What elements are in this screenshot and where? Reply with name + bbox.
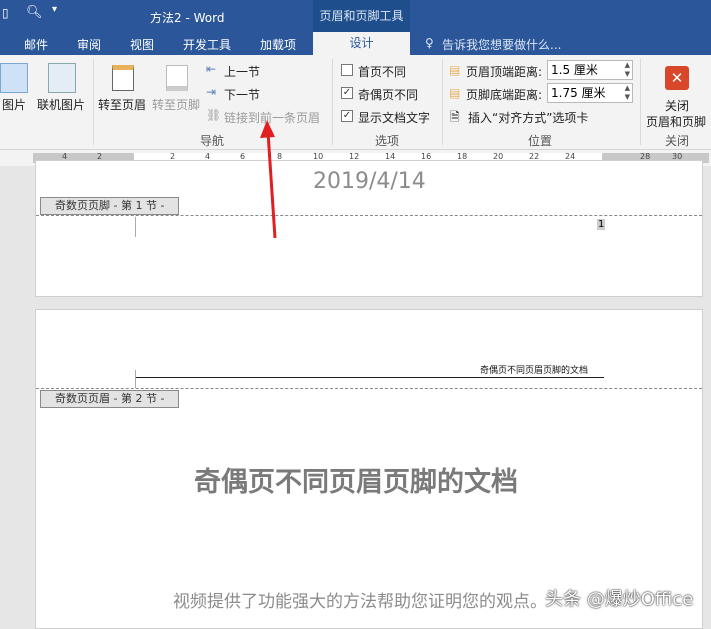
tab-review[interactable]: 审阅 <box>77 36 101 53</box>
header-from-top-label: 页眉顶端距离: <box>466 65 543 79</box>
header-position-icon: ▤ <box>449 63 461 77</box>
different-first-label: 首页不同 <box>358 65 407 79</box>
close-group-label: 关闭 <box>665 134 690 148</box>
page-number: 1 <box>597 219 606 230</box>
body-text[interactable]: 视频提供了功能强大的方法帮助您证明您的观点。 <box>173 587 547 612</box>
lightbulb-icon: ♀ <box>425 36 434 50</box>
goto-header-button[interactable]: 转至页眉 <box>98 96 146 113</box>
header-boundary <box>36 388 702 389</box>
date-text: 2019/4/14 <box>313 169 426 194</box>
footer-section-label: 奇数页页脚 - 第 1 节 - <box>40 197 180 215</box>
document-title[interactable]: 奇偶页不同页眉页脚的文档 <box>194 460 518 499</box>
page-2: 奇偶页不同页眉页脚的文档 奇数页页眉 - 第 2 节 - 奇偶页不同页眉页脚的文… <box>35 309 703 629</box>
link-icon: ⛓ <box>206 108 222 122</box>
tab-view[interactable]: 视图 <box>130 36 154 53</box>
next-section-button[interactable]: 下一节 <box>224 86 260 103</box>
ribbon-tabs: 邮件 审阅 视图 开发工具 加载项 设计 ♀ 告诉我您想要做什么... <box>0 32 711 55</box>
header-section-label: 奇数页页眉 - 第 2 节 - <box>40 390 180 408</box>
tab-design[interactable]: 设计 <box>313 32 410 55</box>
different-first-checkbox[interactable] <box>341 64 353 76</box>
header-text[interactable]: 奇偶页不同页眉页脚的文档 <box>480 363 588 376</box>
tab-mailings[interactable]: 邮件 <box>24 36 48 53</box>
online-picture-icon <box>48 63 76 93</box>
goto-footer-icon <box>166 65 188 91</box>
footer-from-bottom-value: 1.75 厘米 <box>551 86 606 100</box>
footer-position-icon: ▤ <box>449 86 461 100</box>
options-group-label: 选项 <box>375 134 400 148</box>
window-title: 方法2 - Word <box>150 11 225 25</box>
picture-icon <box>0 63 28 93</box>
page-1: 2019/4/14 奇数页页脚 - 第 1 节 - 1 <box>35 160 703 297</box>
show-doc-text-label: 显示文档文字 <box>358 111 431 125</box>
tell-me-input[interactable]: 告诉我您想要做什么... <box>442 36 561 53</box>
spinner-arrows-icon[interactable]: ▲ ▼ <box>625 84 630 102</box>
ribbon: 图片 联机图片 转至页眉 转至页脚 ⇤ 上一节 ⇥ 下一节 ⛓ 链接到前一条页眉… <box>0 55 711 150</box>
insert-align-tab-icon: 🗎 <box>450 110 460 124</box>
red-arrow-annotation <box>260 120 277 239</box>
header-from-top-value: 1.5 厘米 <box>551 63 598 77</box>
nav-group-label: 导航 <box>200 134 225 148</box>
layout-icon[interactable]: ▯ <box>2 6 9 20</box>
context-group-header-footer-tools: 页眉和页脚工具 <box>313 0 410 32</box>
close-label[interactable]: 关闭 <box>665 97 689 114</box>
header-from-top-spinner[interactable]: 1.5 厘米 ▲ ▼ <box>547 60 633 80</box>
watermark: 头条 @爆炒Office <box>545 589 694 610</box>
title-bar: ▯ 🔍︎ ▾ 方法2 - Word 页眉和页脚工具 <box>0 0 711 32</box>
close-header-footer-button[interactable]: 页眉和页脚 <box>646 113 706 130</box>
footer-from-bottom-spinner[interactable]: 1.75 厘米 ▲ ▼ <box>547 83 633 103</box>
spinner-arrows-icon[interactable]: ▲ ▼ <box>625 61 630 79</box>
footer-boundary <box>36 215 702 216</box>
goto-footer-button[interactable]: 转至页脚 <box>152 96 200 113</box>
online-picture-button[interactable]: 联机图片 <box>37 96 85 113</box>
previous-icon: ⇤ <box>206 62 217 76</box>
tab-addins[interactable]: 加载项 <box>260 36 296 53</box>
qat-dropdown-icon[interactable]: ▾ <box>52 4 57 15</box>
header-underline <box>135 377 604 378</box>
close-icon[interactable]: ✕ <box>665 66 689 90</box>
next-icon: ⇥ <box>206 85 217 99</box>
tab-developer[interactable]: 开发工具 <box>183 36 231 53</box>
insert-align-tab-button[interactable]: 插入“对齐方式”选项卡 <box>468 109 588 126</box>
position-group-label: 位置 <box>528 134 553 148</box>
picture-button[interactable]: 图片 <box>2 96 26 113</box>
different-odd-even-checkbox[interactable]: ✓ <box>341 87 353 99</box>
search-icon[interactable]: 🔍︎ <box>26 5 43 20</box>
footer-from-bottom-label: 页脚底端距离: <box>466 88 543 102</box>
show-doc-text-checkbox[interactable]: ✓ <box>341 110 353 122</box>
previous-section-button[interactable]: 上一节 <box>224 63 260 80</box>
goto-header-icon <box>112 65 134 91</box>
different-odd-even-label: 奇偶页不同 <box>358 88 419 102</box>
